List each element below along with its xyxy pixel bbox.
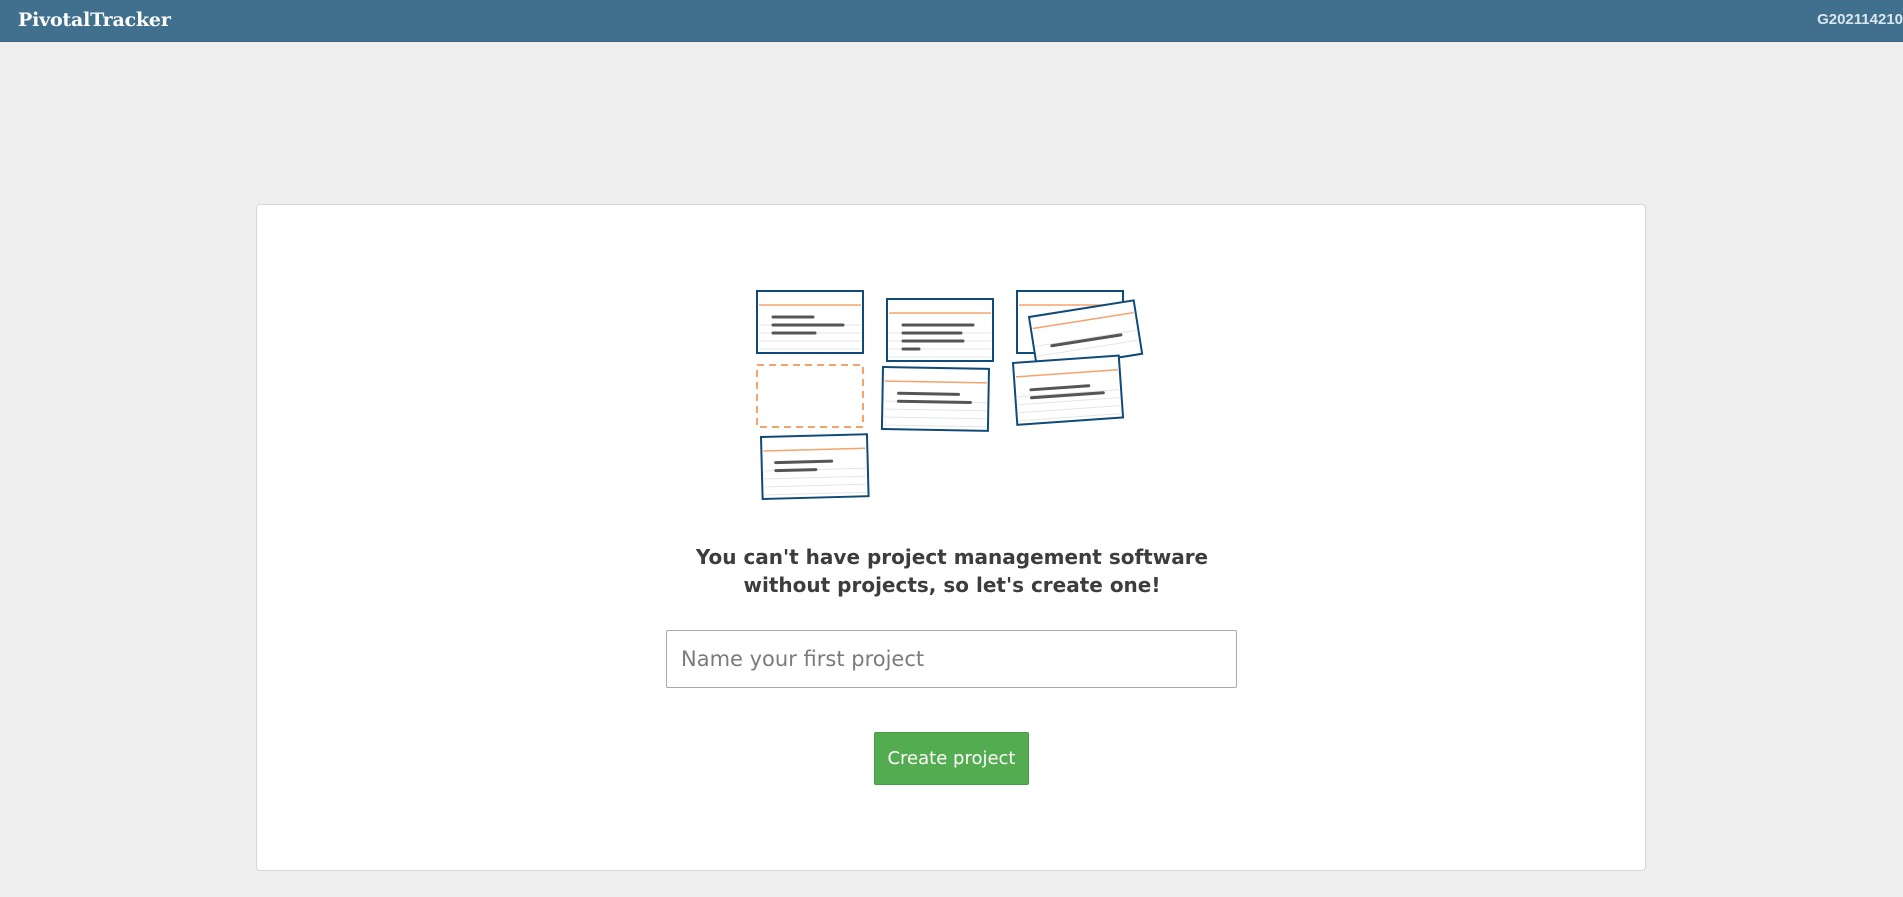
headline-line-1: You can't have project management softwa…	[695, 545, 1209, 569]
create-project-button[interactable]: Create project	[874, 732, 1029, 785]
onboarding-headline: You can't have project management softwa…	[652, 543, 1252, 599]
create-project-panel: You can't have project management softwa…	[256, 204, 1646, 871]
story-cards-illustration	[756, 290, 1144, 501]
top-navigation-bar: PivotalTracker G202114210	[0, 0, 1903, 42]
account-id: G202114210	[1817, 11, 1903, 28]
project-name-input[interactable]	[666, 630, 1237, 688]
pivotal-tracker-logo[interactable]: PivotalTracker	[18, 9, 171, 31]
headline-line-2: without projects, so let's create one!	[743, 573, 1161, 597]
